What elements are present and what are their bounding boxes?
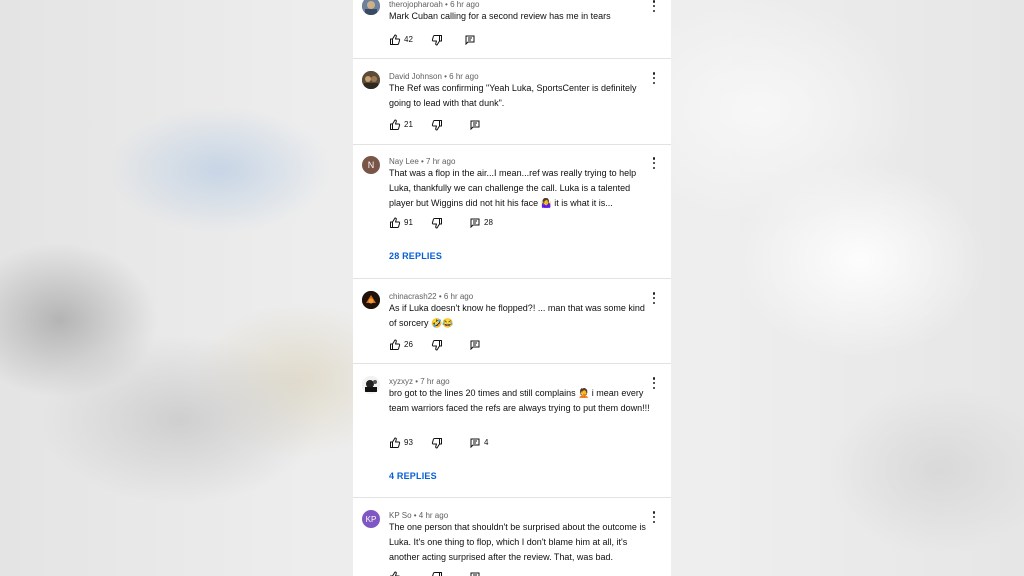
- comment-text: bro got to the lines 20 times and still …: [389, 388, 650, 413]
- comment-item: therojopharoah • 6 hr ago Mark Cuban cal…: [353, 0, 671, 60]
- comment-text: The one person that shouldn't be surpris…: [389, 522, 646, 562]
- thumbs-down-icon[interactable]: [431, 437, 443, 449]
- more-options-icon[interactable]: [651, 0, 657, 12]
- divider: [353, 58, 671, 59]
- more-options-icon[interactable]: [651, 377, 657, 389]
- avatar[interactable]: N: [362, 156, 380, 174]
- comment-time: 6 hr ago: [443, 292, 474, 301]
- thumbs-up-icon[interactable]: [389, 34, 401, 46]
- comment-actions: 42: [389, 34, 659, 48]
- comment-item: chinacrash22 • 6 hr ago As if Luka doesn…: [353, 290, 671, 365]
- like-count: 42: [404, 35, 413, 44]
- thumbs-down-icon[interactable]: [431, 571, 443, 576]
- thumbs-down-icon[interactable]: [431, 119, 443, 131]
- divider: [353, 363, 671, 364]
- thumbs-up-icon[interactable]: [389, 339, 401, 351]
- avatar[interactable]: KP: [362, 510, 380, 528]
- thumbs-up-icon[interactable]: [389, 119, 401, 131]
- like-count: 26: [404, 340, 413, 349]
- comment-author[interactable]: Nay Lee: [389, 157, 419, 166]
- thumbs-up-icon[interactable]: [389, 571, 401, 576]
- comment-meta: xyzxyz • 7 hr ago: [389, 377, 450, 386]
- reply-comment-icon[interactable]: [469, 339, 481, 351]
- comment-author[interactable]: David Johnson: [389, 72, 442, 81]
- avatar[interactable]: [362, 71, 380, 89]
- comment-meta: David Johnson • 6 hr ago: [389, 72, 479, 81]
- comment-time: 4 hr ago: [418, 511, 449, 520]
- more-options-icon[interactable]: [651, 72, 657, 84]
- like-count: 93: [404, 438, 413, 447]
- more-options-icon[interactable]: [651, 157, 657, 169]
- avatar[interactable]: [362, 0, 380, 15]
- avatar[interactable]: [362, 291, 380, 309]
- reply-comment-icon[interactable]: [469, 119, 481, 131]
- thumbs-down-icon[interactable]: [431, 34, 443, 46]
- comment-time: 6 hr ago: [449, 72, 479, 81]
- thumbs-down-icon[interactable]: [431, 339, 443, 351]
- comment-actions: 21: [389, 119, 659, 133]
- more-options-icon[interactable]: [651, 292, 657, 304]
- like-count: 91: [404, 218, 413, 227]
- comment-item: KP KP So • 4 hr ago The one person that …: [353, 509, 671, 576]
- comment-actions: [389, 571, 659, 576]
- comment-text: As if Luka doesn't know he flopped?! ...…: [389, 303, 645, 328]
- comment-time: 7 hr ago: [420, 377, 450, 386]
- divider: [353, 144, 671, 145]
- comment-text: That was a flop in the air...I mean...re…: [389, 168, 637, 208]
- view-replies-link[interactable]: 4 REPLIES: [389, 471, 437, 481]
- reply-comment-icon[interactable]: [469, 437, 481, 449]
- thumbs-up-icon[interactable]: [389, 437, 401, 449]
- reply-comment-icon[interactable]: [469, 217, 481, 229]
- comment-actions: 91 28: [389, 217, 659, 231]
- more-options-icon[interactable]: [651, 511, 657, 523]
- thumbs-down-icon[interactable]: [431, 217, 443, 229]
- comment-author[interactable]: KP So: [389, 511, 412, 520]
- avatar[interactable]: [362, 376, 380, 394]
- comment-item: N Nay Lee • 7 hr ago That was a flop in …: [353, 155, 671, 280]
- comment-time: 7 hr ago: [426, 157, 456, 166]
- reply-count: 4: [484, 438, 489, 447]
- comment-text: The Ref was confirming "Yeah Luka, Sport…: [389, 83, 637, 108]
- comment-time: 6 hr ago: [450, 0, 480, 9]
- comment-meta: Nay Lee • 7 hr ago: [389, 157, 456, 166]
- comment-author[interactable]: xyzxyz: [389, 377, 413, 386]
- reply-comment-icon[interactable]: [464, 34, 476, 46]
- divider: [353, 497, 671, 498]
- comments-panel[interactable]: therojopharoah • 6 hr ago Mark Cuban cal…: [353, 0, 671, 576]
- comment-meta: KP So • 4 hr ago: [389, 511, 449, 520]
- comment-meta: chinacrash22 • 6 hr ago: [389, 292, 474, 301]
- view-replies-link[interactable]: 28 REPLIES: [389, 251, 442, 261]
- thumbs-up-icon[interactable]: [389, 217, 401, 229]
- comment-actions: 26: [389, 339, 659, 353]
- comment-meta: therojopharoah • 6 hr ago: [389, 0, 480, 9]
- avatar-letter: N: [367, 160, 375, 170]
- reply-comment-icon[interactable]: [469, 571, 481, 576]
- comment-actions: 93 4: [389, 437, 659, 451]
- comment-item: xyzxyz • 7 hr ago bro got to the lines 2…: [353, 375, 671, 500]
- comment-text: Mark Cuban calling for a second review h…: [389, 11, 611, 21]
- divider: [353, 278, 671, 279]
- reply-count: 28: [484, 218, 493, 227]
- comment-author[interactable]: therojopharoah: [389, 0, 443, 9]
- comment-item: David Johnson • 6 hr ago The Ref was con…: [353, 70, 671, 150]
- avatar-letter: KP: [365, 514, 377, 524]
- like-count: 21: [404, 120, 413, 129]
- comment-author[interactable]: chinacrash22: [389, 292, 437, 301]
